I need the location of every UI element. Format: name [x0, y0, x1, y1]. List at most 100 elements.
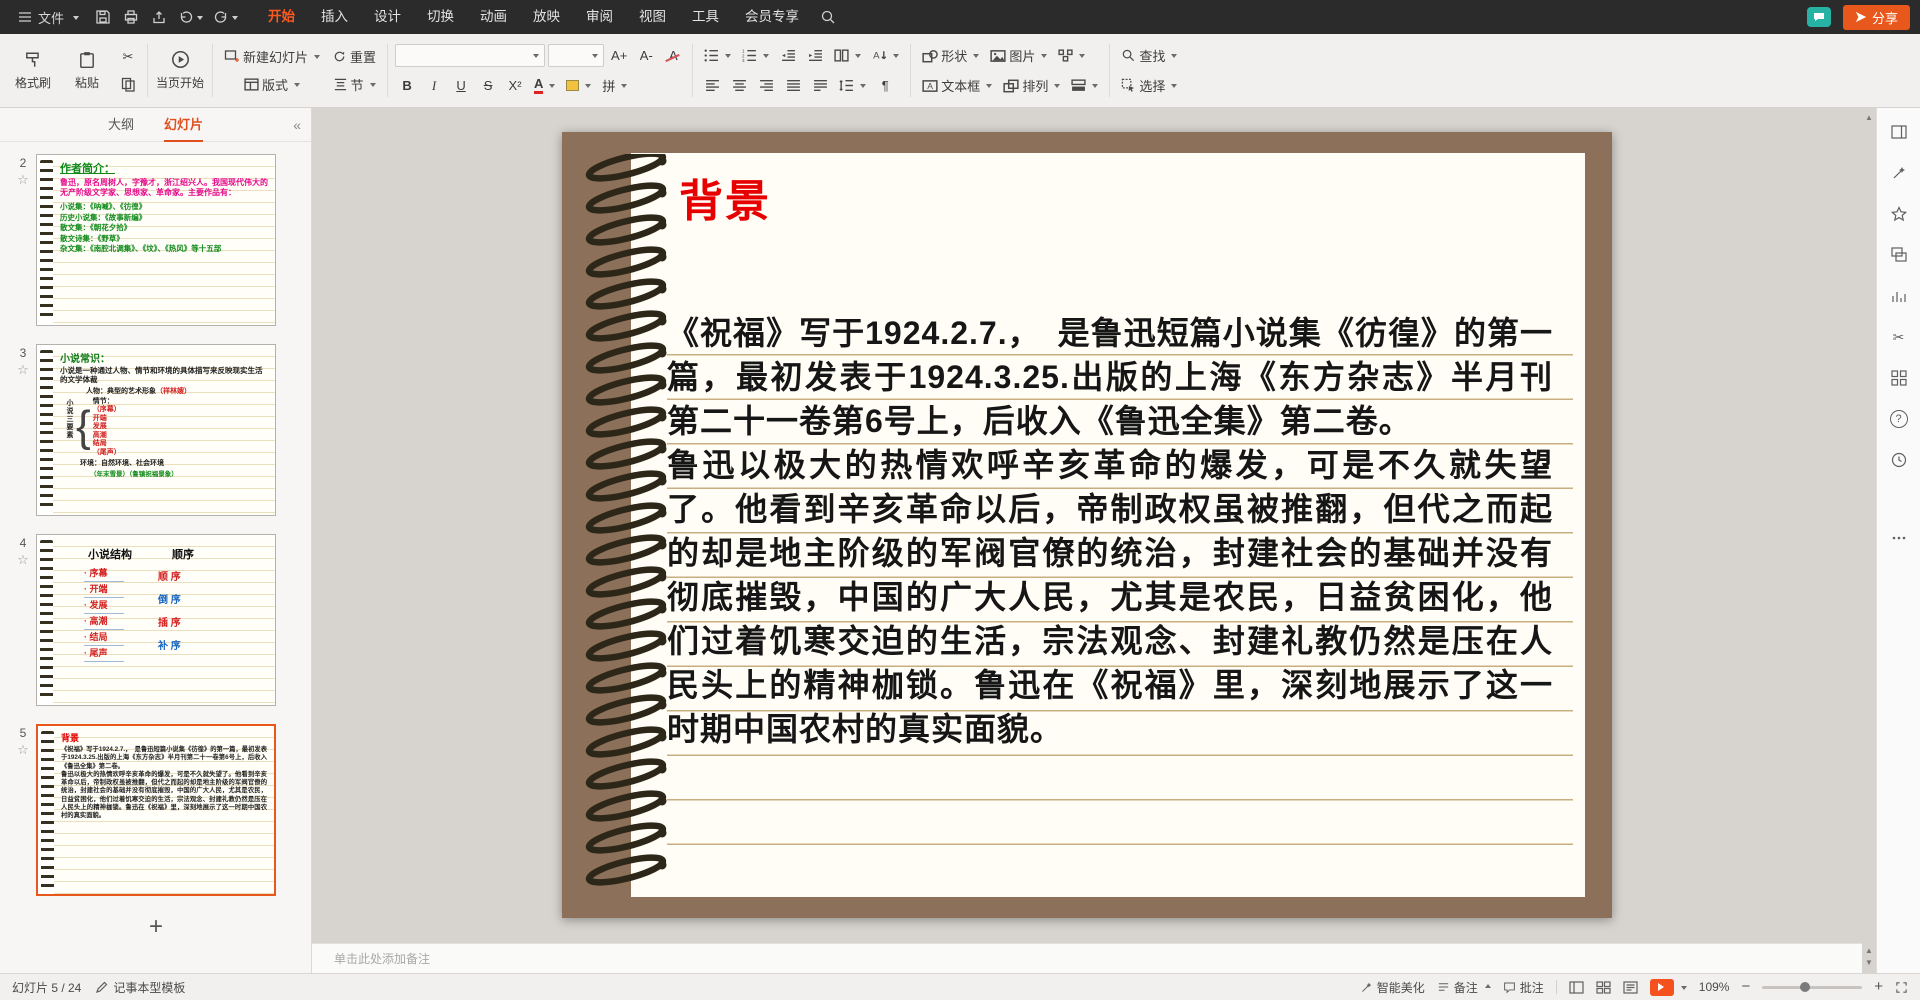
underline-button[interactable]: U [449, 74, 473, 98]
zoom-in-button[interactable]: + [1874, 979, 1883, 995]
quick-style-button[interactable] [1067, 74, 1102, 98]
font-family-select[interactable] [395, 44, 545, 67]
strikethrough-button[interactable]: S [476, 74, 500, 98]
zoom-slider[interactable] [1762, 986, 1862, 989]
tab-review[interactable]: 审阅 [573, 0, 626, 34]
favorites-star-icon[interactable] [1887, 202, 1911, 226]
tab-home[interactable]: 开始 [255, 0, 308, 34]
slides-stack-icon[interactable] [1887, 243, 1911, 267]
layout-button[interactable]: 版式 [220, 73, 324, 97]
more-options-icon[interactable] [1887, 526, 1911, 550]
cut-button[interactable]: ✂ [116, 45, 140, 69]
reading-view-button[interactable] [1623, 981, 1638, 994]
print-button[interactable] [119, 5, 143, 29]
zoom-out-button[interactable]: − [1741, 979, 1750, 995]
section-button[interactable]: 节 [328, 73, 380, 97]
collapse-panel-icon[interactable]: « [293, 117, 301, 133]
chart-icon[interactable] [1887, 284, 1911, 308]
align-right-button[interactable] [754, 74, 778, 98]
slide-body-text[interactable]: 《祝福》写于1924.2.7.， 是鲁迅短篇小说集《彷徨》的第一篇，最初发表于1… [667, 311, 1553, 751]
help-icon[interactable]: ? [1887, 407, 1911, 431]
tab-insert[interactable]: 插入 [308, 0, 361, 34]
decrease-font-button[interactable]: A- [634, 44, 658, 68]
tab-slideshow[interactable]: 放映 [520, 0, 573, 34]
slide-thumbnail-2[interactable]: 作者简介： 鲁迅，原名周树人，字豫才，浙江绍兴人。我国现代伟大的无产阶级文学家、… [36, 154, 276, 326]
normal-view-button[interactable] [1569, 981, 1584, 994]
increase-font-button[interactable]: A+ [607, 44, 631, 68]
align-justify-button[interactable] [781, 74, 805, 98]
panel-layout-icon[interactable] [1887, 120, 1911, 144]
new-slide-button[interactable]: 新建幻灯片 [220, 45, 324, 69]
format-painter-button[interactable]: 格式刷 [8, 38, 58, 103]
font-color-button[interactable]: A [530, 74, 559, 98]
slideshow-play-button[interactable] [1650, 979, 1687, 996]
comments-button[interactable]: 批注 [1503, 979, 1544, 996]
save-button[interactable] [91, 5, 115, 29]
distribute-text-button[interactable] [808, 74, 832, 98]
increase-indent-button[interactable] [803, 44, 827, 68]
paragraph-settings-button[interactable]: ¶ [873, 74, 897, 98]
favorite-star-icon[interactable]: ☆ [17, 172, 29, 188]
text-direction-button[interactable]: A [868, 44, 903, 68]
tab-transition[interactable]: 切换 [414, 0, 467, 34]
decrease-indent-button[interactable] [776, 44, 800, 68]
slide-canvas[interactable]: 背景 《祝福》写于1924.2.7.， 是鲁迅短篇小说集《彷徨》的第一篇，最初发… [312, 108, 1862, 943]
tab-view[interactable]: 视图 [626, 0, 679, 34]
slide-title-text[interactable]: 背景 [679, 165, 771, 229]
slide-editor[interactable]: 背景 《祝福》写于1924.2.7.， 是鲁迅短篇小说集《彷徨》的第一篇，最初发… [562, 132, 1612, 918]
play-from-current-button[interactable]: 当页开始 [155, 38, 205, 103]
beautify-wand-icon[interactable] [1887, 161, 1911, 185]
textbox-button[interactable]: A文本框 [918, 74, 996, 98]
favorite-star-icon[interactable]: ☆ [17, 742, 29, 758]
find-button[interactable]: 查找 [1117, 44, 1181, 68]
pinyin-button[interactable]: 拼 [598, 74, 631, 98]
align-center-button[interactable] [727, 74, 751, 98]
favorite-star-icon[interactable]: ☆ [17, 362, 29, 378]
undo-button[interactable] [175, 5, 206, 29]
redo-button[interactable] [210, 5, 241, 29]
copy-button[interactable] [116, 73, 140, 97]
numbered-list-button[interactable]: 123 [738, 44, 773, 68]
history-clock-icon[interactable] [1887, 448, 1911, 472]
columns-button[interactable] [830, 44, 865, 68]
arrange-button[interactable]: 排列 [999, 74, 1064, 98]
search-icon[interactable] [816, 5, 840, 29]
bold-button[interactable]: B [395, 74, 419, 98]
tab-tools[interactable]: 工具 [679, 0, 732, 34]
clear-format-button[interactable]: A [661, 44, 685, 68]
cut-tool-icon[interactable]: ✂ [1887, 325, 1911, 349]
fit-slide-button[interactable] [1895, 981, 1908, 994]
slide-thumbnail-5-selected[interactable]: 背景 《祝福》写于1924.2.7.， 是鲁迅短篇小说集《彷徨》的第一篇，最初发… [36, 724, 276, 896]
apps-grid-icon[interactable] [1887, 366, 1911, 390]
tab-design[interactable]: 设计 [361, 0, 414, 34]
align-left-button[interactable] [700, 74, 724, 98]
file-menu[interactable]: 文件 [10, 0, 87, 34]
export-button[interactable] [147, 5, 171, 29]
share-button[interactable]: 分享 [1843, 5, 1910, 30]
paste-button[interactable]: 粘贴 [62, 38, 112, 103]
scroll-up-icon[interactable]: ▲ [1865, 112, 1873, 124]
smart-beautify-button[interactable]: 智能美化 [1360, 979, 1425, 996]
slide-sorter-view-button[interactable] [1596, 981, 1611, 994]
previous-slide-icon[interactable]: ▲ [1865, 945, 1873, 957]
notes-toggle-button[interactable]: 备注 [1437, 979, 1491, 996]
next-slide-icon[interactable]: ▼ [1865, 957, 1873, 969]
select-button[interactable]: 选择 [1117, 74, 1181, 98]
template-info[interactable]: 记事本型模板 [95, 979, 185, 996]
bullet-list-button[interactable] [700, 44, 735, 68]
tab-animation[interactable]: 动画 [467, 0, 520, 34]
font-size-select[interactable] [548, 44, 604, 67]
reset-button[interactable]: 重置 [328, 45, 380, 69]
smartart-button[interactable] [1054, 44, 1089, 68]
slide-thumbnail-4[interactable]: 小说结构 顺序 序幕 开端 发展 高潮 结局 尾声 [36, 534, 276, 706]
collaboration-icon[interactable] [1807, 7, 1831, 27]
italic-button[interactable]: I [422, 74, 446, 98]
tab-outline[interactable]: 大纲 [108, 108, 134, 142]
add-slide-button[interactable]: + [149, 913, 163, 940]
slide-thumbnail-3[interactable]: 小说常识： 小说是一种通过人物、情节和环境的具体描写来反映现实生活的文学体裁 人… [36, 344, 276, 516]
highlight-color-button[interactable] [562, 74, 595, 98]
picture-button[interactable]: 图片 [986, 44, 1051, 68]
vertical-scrollbar[interactable]: ▲ ▲ ▼ [1862, 108, 1876, 973]
notes-bar[interactable]: 单击此处添加备注 [312, 943, 1862, 973]
shapes-button[interactable]: 形状 [918, 44, 983, 68]
